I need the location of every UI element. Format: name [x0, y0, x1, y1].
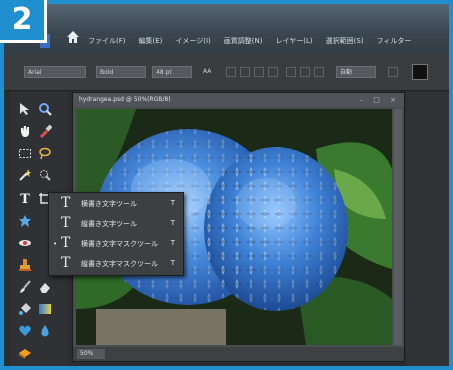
type-tool-flyout-menu: T 横書き文字ツール T T 縦書き文字ツール T • T 横書き文字マスクツー…	[48, 192, 184, 276]
horizontal-type-icon: T	[61, 195, 71, 211]
flyout-item-vertical-type-mask[interactable]: T 縦書き文字マスクツール T	[49, 254, 183, 273]
vertical-type-mask-icon: T	[61, 255, 71, 271]
vertical-type-icon: T	[61, 215, 71, 231]
flyout-item-horizontal-type-mask[interactable]: • T 横書き文字マスクツール T	[49, 234, 183, 253]
flyout-item-horizontal-type[interactable]: T 横書き文字ツール T	[49, 194, 183, 213]
flyout-item-vertical-type[interactable]: T 縦書き文字ツール T	[49, 214, 183, 233]
step-badge: 2	[0, 0, 47, 43]
page-frame	[0, 0, 453, 370]
horizontal-type-mask-icon: T	[61, 235, 71, 251]
